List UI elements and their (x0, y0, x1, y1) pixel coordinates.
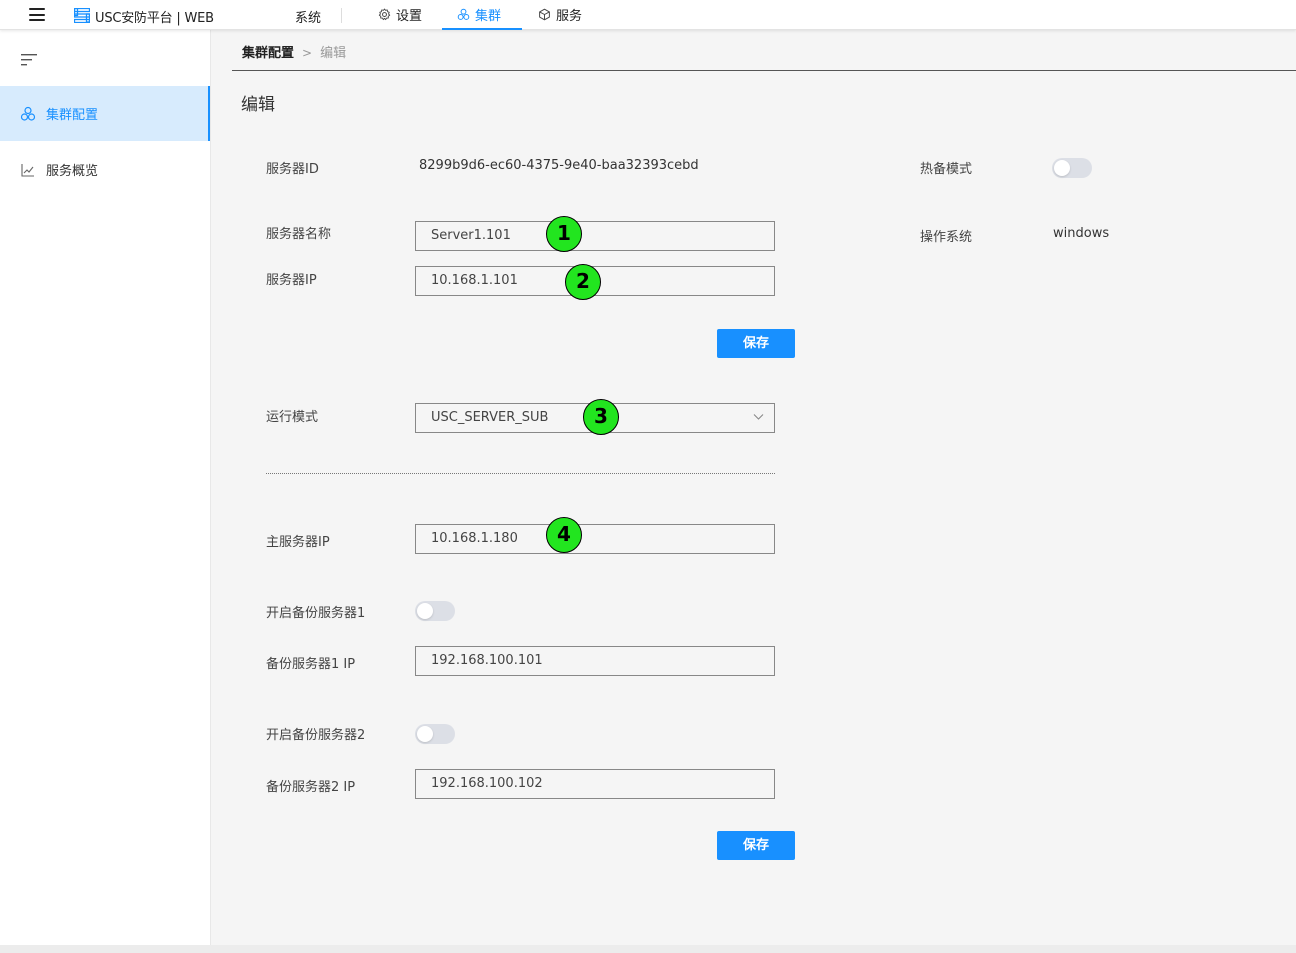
sidebar-item-service-overview[interactable]: 服务概览 (0, 142, 210, 197)
chart-line-icon (21, 163, 34, 177)
annotation-badge-4: 4 (546, 517, 582, 553)
chevron-down-icon (753, 414, 764, 420)
sidebar: 集群配置 服务概览 (0, 30, 211, 945)
bottom-strip (0, 945, 1296, 953)
page-title: 编辑 (241, 95, 275, 115)
cube-icon (539, 8, 550, 21)
nav-cluster[interactable]: 集群 (442, 0, 522, 30)
nav-divider (341, 8, 342, 23)
menu-icon[interactable] (29, 8, 45, 21)
toggle-knob (417, 603, 433, 619)
backup2-toggle[interactable] (415, 724, 455, 744)
server-name-label: 服务器名称 (266, 227, 332, 242)
sidebar-item-label: 集群配置 (46, 108, 99, 123)
master-ip-input[interactable]: 10.168.1.180 (415, 524, 775, 554)
gear-icon (378, 8, 391, 21)
os-value: windows (1053, 226, 1110, 241)
breadcrumb: 集群配置 > 编辑 (242, 42, 346, 61)
nav-settings[interactable]: 设置 (378, 0, 422, 29)
cluster-icon (457, 8, 470, 20)
cluster-icon (20, 106, 36, 121)
breadcrumb-separator: > (302, 46, 313, 60)
backup1-ip-label: 备份服务器1 IP (266, 657, 356, 672)
annotation-badge-2: 2 (565, 264, 601, 300)
nav-system[interactable]: 系统 (295, 7, 321, 26)
annotation-badge-1: 1 (546, 216, 582, 252)
run-mode-value: USC_SERVER_SUB (431, 410, 549, 425)
breadcrumb-section[interactable]: 集群配置 (242, 46, 294, 61)
annotation-badge-3: 3 (583, 399, 619, 435)
hot-standby-label: 热备模式 (920, 162, 973, 177)
os-label: 操作系统 (920, 230, 973, 245)
breadcrumb-current: 编辑 (320, 46, 347, 61)
logo-icon (74, 8, 90, 23)
breadcrumb-divider (232, 70, 1296, 71)
nav-services[interactable]: 服务 (538, 0, 582, 29)
save-button[interactable]: 保存 (717, 329, 795, 358)
server-name-input[interactable]: Server1.101 (415, 221, 775, 251)
master-ip-label: 主服务器IP (266, 535, 330, 550)
server-id-value: 8299b9d6-ec60-4375-9e40-baa32393cebd (419, 158, 699, 173)
top-bar: USC安防平台 | WEB 系统 设置 集群 服务 (0, 0, 1296, 30)
collapse-menu-icon[interactable] (21, 53, 37, 67)
backup1-enable-label: 开启备份服务器1 (266, 606, 366, 621)
nav-services-label: 服务 (556, 9, 583, 24)
brand-title: USC安防平台 | WEB (95, 11, 214, 26)
backup2-ip-input[interactable]: 192.168.100.102 (415, 769, 775, 799)
hot-standby-toggle[interactable] (1052, 158, 1092, 178)
server-ip-label: 服务器IP (266, 273, 317, 288)
backup2-ip-label: 备份服务器2 IP (266, 780, 356, 795)
toggle-knob (417, 726, 433, 742)
nav-cluster-label: 集群 (475, 9, 502, 24)
sidebar-item-label: 服务概览 (46, 164, 99, 179)
run-mode-label: 运行模式 (266, 410, 319, 425)
save-backup-button[interactable]: 保存 (717, 831, 795, 860)
backup1-toggle[interactable] (415, 601, 455, 621)
server-id-label: 服务器ID (266, 162, 319, 177)
section-divider (266, 473, 775, 474)
toggle-knob (1054, 160, 1070, 176)
backup1-ip-input[interactable]: 192.168.100.101 (415, 646, 775, 676)
sidebar-item-cluster-config[interactable]: 集群配置 (0, 86, 210, 141)
nav-settings-label: 设置 (396, 9, 423, 24)
backup2-enable-label: 开启备份服务器2 (266, 728, 366, 743)
